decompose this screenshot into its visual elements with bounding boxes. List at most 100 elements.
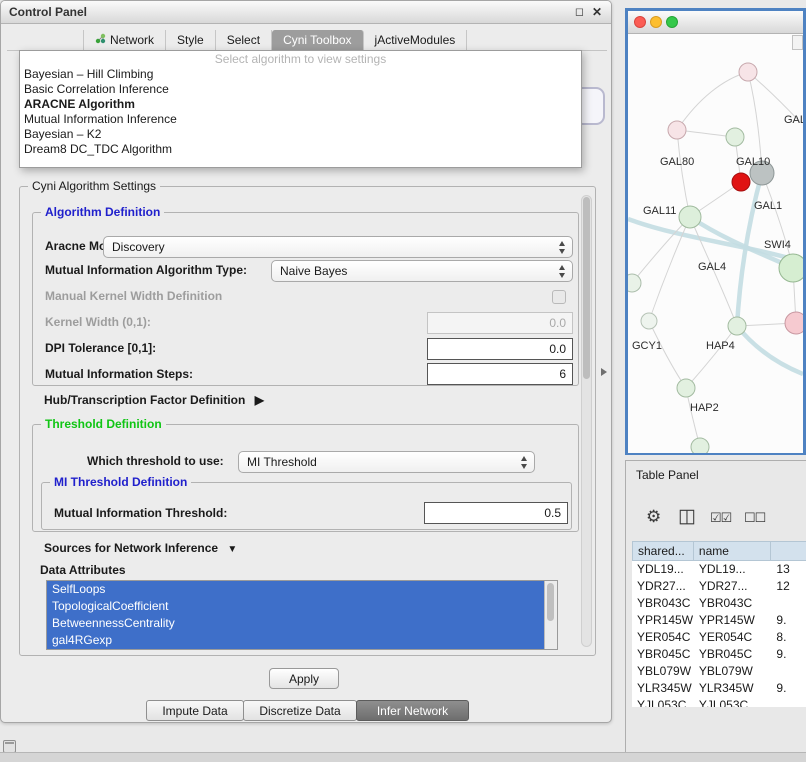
- desktop: Control Panel ◻ ✕ Network Style: [0, 0, 806, 762]
- hub-factor-section[interactable]: Hub/Transcription Factor Definition ▶: [44, 393, 264, 407]
- tab-jactivemodules[interactable]: jActiveModules: [364, 30, 468, 50]
- table-row[interactable]: YPR145W YPR145W 9.: [632, 612, 806, 629]
- settings-scrollbar-thumb[interactable]: [583, 197, 590, 379]
- dropdown-option-selected[interactable]: ARACNE Algorithm: [20, 97, 581, 112]
- split-pane-collapse-icon[interactable]: [601, 368, 607, 376]
- dropdown-option[interactable]: Bayesian – K2: [20, 127, 581, 142]
- node-label: SWI4: [764, 239, 791, 251]
- attributes-scrollbar[interactable]: [544, 581, 557, 649]
- apply-button[interactable]: Apply: [269, 668, 339, 689]
- table-row[interactable]: YBR043C YBR043C: [632, 595, 806, 612]
- network-node[interactable]: [779, 254, 803, 282]
- dropdown-option[interactable]: Dream8 DC_TDC Algorithm: [20, 142, 581, 157]
- table-row[interactable]: YJL053C YJL053C: [632, 697, 806, 707]
- expand-icon[interactable]: ▶: [255, 393, 264, 407]
- attribute-item-selected[interactable]: SelfLoops: [47, 581, 544, 598]
- which-threshold-combobox[interactable]: MI Threshold: [238, 451, 535, 473]
- table-row[interactable]: YBL079W YBL079W: [632, 663, 806, 680]
- network-window-titlebar[interactable]: [628, 11, 803, 34]
- mi-type-combobox[interactable]: Naive Bayes: [271, 260, 573, 282]
- network-node[interactable]: [677, 379, 695, 397]
- network-node[interactable]: [668, 121, 686, 139]
- node-table: shared... name YDL19... YDL19... 13 YDR2…: [632, 541, 806, 707]
- select-all-icon[interactable]: ☑☑: [710, 510, 731, 526]
- threshold-definition-group: Threshold Definition Which threshold to …: [32, 424, 579, 532]
- attribute-item-selected[interactable]: TopologicalCoefficient: [47, 598, 544, 615]
- control-panel-window: Control Panel ◻ ✕ Network Style: [0, 0, 612, 723]
- cell: 9.: [771, 680, 806, 697]
- network-node[interactable]: [691, 438, 709, 453]
- column-selector-icon[interactable]: ◫: [678, 505, 696, 528]
- tab-select[interactable]: Select: [216, 30, 272, 50]
- sources-label: Sources for Network Inference: [44, 541, 218, 555]
- cell: [771, 595, 806, 612]
- column-header-name[interactable]: name: [694, 541, 771, 561]
- table-row[interactable]: YER054C YER054C 8.: [632, 629, 806, 646]
- network-edge: [632, 217, 690, 283]
- dropdown-option[interactable]: Bayesian – Hill Climbing: [20, 67, 581, 82]
- cell: YLR345W: [694, 680, 772, 697]
- dropdown-option[interactable]: Basic Correlation Inference: [20, 82, 581, 97]
- node-label: HAP4: [706, 340, 735, 352]
- control-panel-titlebar[interactable]: Control Panel ◻ ✕: [1, 1, 611, 24]
- collapse-icon[interactable]: ▼: [227, 544, 237, 555]
- deselect-all-icon[interactable]: ☐☐: [744, 510, 765, 526]
- float-window-icon[interactable]: ◻: [575, 1, 584, 23]
- tab-style[interactable]: Style: [166, 30, 216, 50]
- cell: YLR345W: [632, 680, 694, 697]
- kernel-width-label: Kernel Width (0,1):: [45, 315, 151, 329]
- table-row[interactable]: YDR27... YDR27... 12: [632, 578, 806, 595]
- network-edge: [649, 321, 686, 388]
- node-label: GAL80: [660, 156, 694, 168]
- tab-discretize-data[interactable]: Discretize Data: [243, 700, 357, 721]
- attribute-item-selected[interactable]: BetweennessCentrality: [47, 615, 544, 632]
- mi-threshold-definition-group: MI Threshold Definition Mutual Informati…: [41, 482, 572, 530]
- algorithm-definition-group: Algorithm Definition Aracne Mode: Discov…: [32, 212, 579, 386]
- close-icon[interactable]: ✕: [592, 1, 602, 23]
- column-header-extra[interactable]: [771, 541, 806, 561]
- zoom-traffic-light[interactable]: [666, 16, 678, 28]
- network-node[interactable]: [739, 63, 757, 81]
- sources-section[interactable]: Sources for Network Inference ▼: [44, 541, 237, 555]
- minimize-traffic-light[interactable]: [650, 16, 662, 28]
- attribute-item-selected[interactable]: gal4RGexp: [47, 632, 544, 649]
- network-node[interactable]: [641, 313, 657, 329]
- close-traffic-light[interactable]: [634, 16, 646, 28]
- tab-label: jActiveModules: [375, 30, 456, 50]
- tab-network[interactable]: Network: [83, 30, 166, 50]
- table-row[interactable]: YLR345W YLR345W 9.: [632, 680, 806, 697]
- manual-kernel-label: Manual Kernel Width Definition: [45, 289, 222, 303]
- network-node[interactable]: [728, 317, 746, 335]
- settings-scrollbar[interactable]: [581, 195, 592, 647]
- network-node[interactable]: [732, 173, 750, 191]
- network-node[interactable]: [679, 206, 701, 228]
- group-title: Threshold Definition: [41, 417, 166, 431]
- table-row[interactable]: YDL19... YDL19... 13: [632, 561, 806, 578]
- group-title: Cyni Algorithm Settings: [28, 179, 160, 193]
- cell: YDL19...: [632, 561, 694, 578]
- window-title: Control Panel: [9, 1, 87, 23]
- mi-steps-field[interactable]: 6: [427, 363, 573, 385]
- tab-infer-network[interactable]: Infer Network: [356, 700, 469, 721]
- gear-icon[interactable]: ⚙: [646, 507, 661, 527]
- dpi-tolerance-field[interactable]: 0.0: [427, 338, 573, 360]
- tab-label: Network: [110, 30, 154, 50]
- network-node[interactable]: [785, 312, 803, 334]
- cell: 8.: [771, 629, 806, 646]
- cell: YBL079W: [632, 663, 694, 680]
- canvas-scrollbar-fragment: [792, 35, 803, 50]
- network-node[interactable]: [628, 274, 641, 292]
- mi-threshold-field[interactable]: 0.5: [424, 502, 568, 524]
- network-canvas[interactable]: GAL80 GAL10 GAL11 GAL1 SWI4 GAL4 GCY1 HA…: [628, 34, 803, 453]
- network-node[interactable]: [726, 128, 744, 146]
- tab-impute-data[interactable]: Impute Data: [146, 700, 244, 721]
- cell: 13: [771, 561, 806, 578]
- column-header-shared-name[interactable]: shared...: [632, 541, 694, 561]
- dropdown-option[interactable]: Mutual Information Inference: [20, 112, 581, 127]
- cell: 9.: [771, 646, 806, 663]
- table-row[interactable]: YBR045C YBR045C 9.: [632, 646, 806, 663]
- cell: YPR145W: [694, 612, 772, 629]
- aracne-mode-combobox[interactable]: Discovery: [103, 236, 573, 258]
- attributes-scrollbar-thumb[interactable]: [547, 583, 554, 621]
- tab-cyni-toolbox[interactable]: Cyni Toolbox: [272, 30, 363, 50]
